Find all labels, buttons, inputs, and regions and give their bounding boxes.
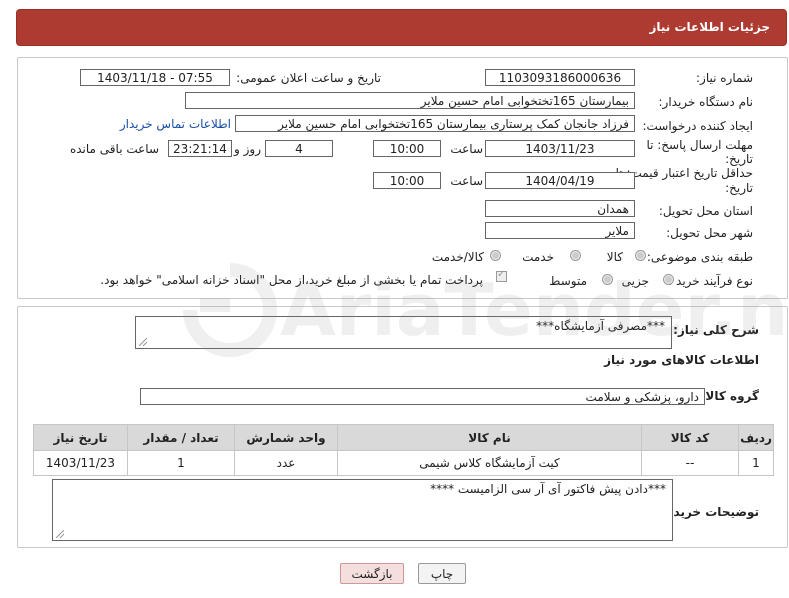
creator-field: فرزاد جانجان کمک پرستاری بیمارستان 165تخ… (235, 115, 635, 132)
back-button[interactable]: بازگشت (340, 563, 404, 584)
page-title-bar: جزئیات اطلاعات نیاز (17, 10, 786, 45)
col-unit: واحد شمارش (234, 424, 338, 451)
category-radio-goods-service[interactable] (490, 250, 501, 261)
col-qty: تعداد / مقدار (127, 424, 235, 451)
city-field: ملایر (485, 222, 635, 239)
description-text: ***مصرفی آزمایشگاه*** (536, 319, 665, 333)
province-label: استان محل تحویل: (658, 204, 753, 218)
category-option-goods: کالا (606, 250, 623, 264)
buyer-notes-textarea[interactable]: ***دادن پیش فاکتور آی آر سی الزامیست ***… (52, 479, 673, 541)
cell-date: 1403/11/23 (33, 450, 128, 476)
print-button[interactable]: چاپ (418, 563, 466, 584)
cell-row: 1 (738, 450, 774, 476)
validity-label: حداقل تاریخ اعتبار قیمت: تا (615, 166, 753, 180)
buyer-contact-link[interactable]: اطلاعات تماس خریدار (120, 117, 231, 131)
payment-note: پرداخت تمام یا بخشی از مبلغ خرید،از محل … (100, 273, 483, 287)
deadline-date-label: تاریخ: (725, 152, 753, 166)
goods-table: ردیف کد کالا نام کالا واحد شمارش تعداد /… (33, 424, 774, 476)
cell-unit: عدد (234, 450, 338, 476)
process-radio-partial[interactable] (663, 274, 674, 285)
validity-time-label: ساعت (450, 174, 483, 188)
goods-group-label: گروه کالا: (700, 389, 759, 403)
category-radio-goods[interactable] (635, 250, 646, 261)
table-row: 1 -- کیت آزمایشگاه کلاس شیمی عدد 1 1403/… (33, 450, 774, 476)
col-code: کد کالا (641, 424, 739, 451)
col-date: تاریخ نیاز (33, 424, 128, 451)
time-remaining-label: ساعت باقی مانده (69, 142, 159, 156)
category-label: طبقه بندی موضوعی: (646, 250, 753, 264)
deadline-label: مهلت ارسال پاسخ: تا (646, 138, 753, 152)
deadline-date-field: 1403/11/23 (485, 140, 635, 157)
col-row: ردیف (738, 424, 774, 451)
need-number-label: شماره نیاز: (696, 71, 753, 85)
resize-grip-icon[interactable] (56, 530, 64, 538)
process-option-partial: جزیی (621, 274, 649, 288)
process-option-medium: متوسط (549, 274, 587, 288)
validity-time-field: 10:00 (373, 172, 441, 189)
buyer-notes-text: ***دادن پیش فاکتور آی آر سی الزامیست ***… (430, 482, 666, 496)
city-label: شهر محل تحویل: (666, 226, 753, 240)
deadline-time-field: 10:00 (373, 140, 441, 157)
creator-label: ایجاد کننده درخواست: (642, 119, 753, 133)
days-label: روز و (234, 142, 261, 156)
cell-name: کیت آزمایشگاه کلاس شیمی (337, 450, 642, 476)
process-radio-medium[interactable] (602, 274, 613, 285)
treasury-checkbox[interactable] (496, 269, 507, 282)
validity-date-field: 1404/04/19 (485, 172, 635, 189)
deadline-time-label: ساعت (450, 142, 483, 156)
announce-field: 1403/11/18 - 07:55 (80, 69, 230, 86)
buyer-org-label: نام دستگاه خریدار: (658, 95, 754, 109)
goods-table-header: ردیف کد کالا نام کالا واحد شمارش تعداد /… (33, 424, 774, 451)
category-option-goods-service: کالا/خدمت (431, 250, 484, 264)
category-radio-service[interactable] (570, 250, 581, 261)
description-textarea[interactable]: ***مصرفی آزمایشگاه*** (135, 316, 672, 349)
process-label: نوع فرآیند خرید : (668, 274, 753, 288)
resize-grip-icon[interactable] (139, 338, 147, 346)
description-label: شرح کلی نیاز: (673, 323, 759, 337)
validity-date-label: تاریخ: (725, 181, 753, 195)
buyer-org-field: بیمارستان 165تختخوابی امام حسین ملایر (185, 92, 635, 109)
time-remaining-field: 23:21:14 (168, 140, 232, 157)
goods-group-field: دارو، پزشکی و سلامت (140, 388, 705, 405)
need-number-field: 1103093186000636 (485, 69, 635, 86)
province-field: همدان (485, 200, 635, 217)
page-title: جزئیات اطلاعات نیاز (649, 20, 770, 34)
col-name: نام کالا (337, 424, 642, 451)
goods-info-title: اطلاعات کالاهای مورد نیاز (604, 353, 759, 367)
announce-label: تاریخ و ساعت اعلان عمومی: (236, 71, 381, 85)
days-remaining-field: 4 (265, 140, 333, 157)
category-option-service: خدمت (522, 250, 554, 264)
cell-qty: 1 (127, 450, 235, 476)
cell-code: -- (641, 450, 739, 476)
